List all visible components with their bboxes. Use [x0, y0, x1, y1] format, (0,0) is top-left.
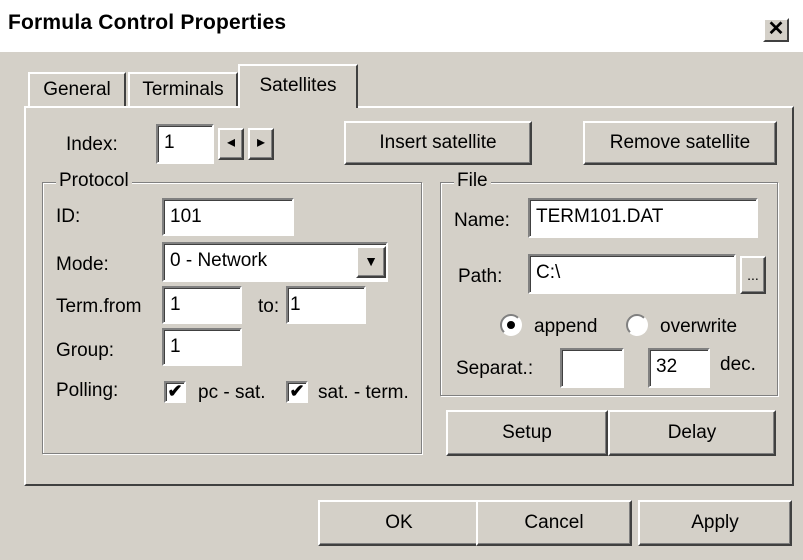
- to-label: to:: [258, 296, 280, 317]
- chevron-down-icon: ▼: [364, 253, 378, 269]
- insert-satellite-button[interactable]: Insert satellite: [344, 121, 532, 165]
- group-label: Group:: [56, 340, 115, 361]
- separator-dec-input[interactable]: 32: [648, 348, 710, 388]
- radio-selected-dot: [507, 321, 515, 329]
- group-input[interactable]: 1: [162, 328, 242, 366]
- arrow-right-icon: ▸: [256, 134, 266, 151]
- path-input[interactable]: C:\: [528, 254, 736, 294]
- arrow-left-icon: ◂: [226, 134, 236, 151]
- protocol-legend: Protocol: [56, 170, 132, 192]
- term-from-label: Term.from: [56, 296, 142, 317]
- tab-label: General: [43, 79, 111, 100]
- checkmark-icon: ✔: [167, 381, 183, 401]
- polling-label: Polling:: [56, 380, 119, 401]
- tab-label: Satellites: [259, 75, 337, 96]
- append-label: append: [534, 316, 598, 337]
- pc-sat-label: pc - sat.: [198, 382, 266, 403]
- apply-button[interactable]: Apply: [638, 500, 792, 546]
- cancel-button[interactable]: Cancel: [476, 500, 632, 546]
- close-icon: ✕: [767, 18, 785, 40]
- title-separator: [0, 52, 803, 56]
- mode-value: 0 - Network: [170, 250, 268, 271]
- separator-label: Separat.:: [456, 358, 534, 379]
- path-label: Path:: [458, 266, 503, 287]
- tab-satellites[interactable]: Satellites: [238, 64, 358, 108]
- delay-button[interactable]: Delay: [608, 410, 776, 456]
- name-input[interactable]: TERM101.DAT: [528, 198, 758, 238]
- term-to-input[interactable]: 1: [286, 286, 366, 324]
- file-legend: File: [454, 170, 491, 192]
- overwrite-label: overwrite: [660, 316, 738, 337]
- append-radio[interactable]: [500, 314, 522, 336]
- title-bar: Formula Control Properties ✕: [0, 0, 803, 52]
- ok-button[interactable]: OK: [318, 500, 480, 546]
- id-input[interactable]: 101: [162, 198, 294, 236]
- index-next-button[interactable]: ▸: [248, 128, 274, 160]
- tab-label: Terminals: [142, 79, 224, 100]
- tab-terminals[interactable]: Terminals: [128, 72, 238, 106]
- close-button[interactable]: ✕: [763, 18, 789, 42]
- mode-dropdown-button[interactable]: ▼: [356, 246, 386, 278]
- tab-general[interactable]: General: [28, 72, 126, 106]
- setup-button[interactable]: Setup: [446, 410, 608, 456]
- window-title: Formula Control Properties: [8, 11, 287, 34]
- checkmark-icon: ✔: [289, 381, 305, 401]
- overwrite-radio[interactable]: [626, 314, 648, 336]
- mode-label: Mode:: [56, 254, 109, 275]
- pc-sat-checkbox[interactable]: ✔: [164, 381, 186, 403]
- id-label: ID:: [56, 206, 81, 227]
- name-label: Name:: [454, 210, 510, 231]
- dec-label: dec.: [720, 354, 756, 375]
- sat-term-label: sat. - term.: [318, 382, 409, 403]
- term-from-input[interactable]: 1: [162, 286, 242, 324]
- remove-satellite-button[interactable]: Remove satellite: [583, 121, 777, 165]
- separator-input[interactable]: [560, 348, 624, 388]
- index-prev-button[interactable]: ◂: [218, 128, 244, 160]
- index-label: Index:: [66, 134, 118, 155]
- mode-select[interactable]: 0 - Network: [162, 242, 388, 282]
- browse-path-button[interactable]: ...: [740, 256, 766, 294]
- sat-term-checkbox[interactable]: ✔: [286, 381, 308, 403]
- index-input[interactable]: 1: [156, 124, 214, 164]
